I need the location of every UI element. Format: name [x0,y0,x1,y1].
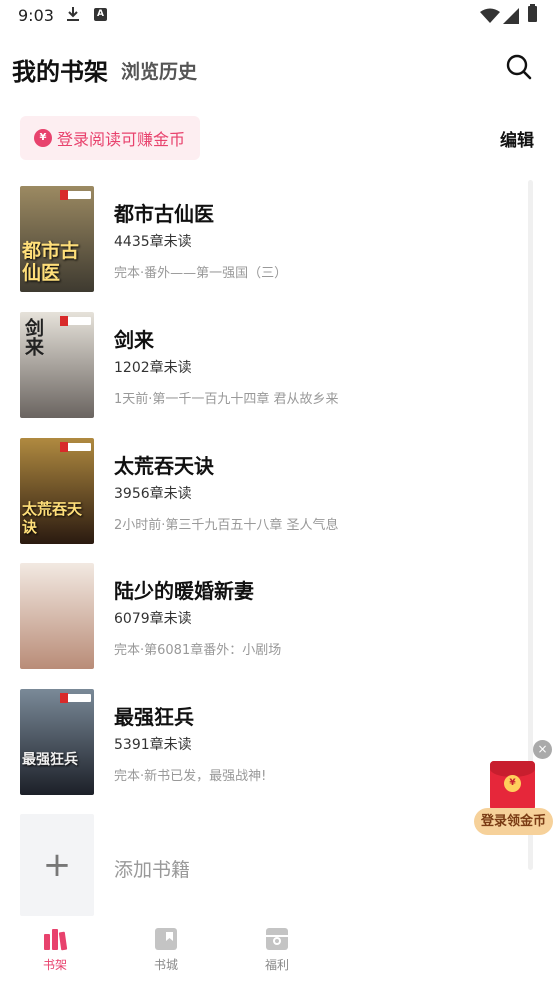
tab-label: 书架 [42,958,67,972]
tab-welfare[interactable]: 福利 [247,926,307,973]
cover-title: 太荒吞天诀 [22,500,83,536]
plus-icon: + [42,845,72,885]
signal-icon [503,8,519,24]
status-time: 9:03 [18,6,54,25]
book-title: 太荒吞天诀 [114,454,214,478]
unread-count: 1202章未读 [114,360,192,376]
status-bar: 9:03 A [0,0,554,32]
login-earn-coins-banner[interactable]: ¥ 登录阅读可赚金币 [20,116,200,160]
tab-label: 书城 [153,958,178,972]
unread-count: 4435章未读 [114,234,192,250]
gift-icon [266,928,288,950]
publisher-badge [60,316,91,326]
cover-title: 最强狂兵 [22,752,78,768]
login-banner-text: 登录阅读可赚金币 [57,130,186,149]
book-item[interactable]: 剑来 剑来 1202章未读 1天前·第一千一百九十四章 君从故乡来 [20,312,520,418]
cover-title: 剑来 [22,318,44,356]
bookshelf-icon [44,929,68,951]
latest-chapter: 完本·番外——第一强国（三） [114,266,288,281]
wifi-icon [480,8,500,23]
book-title: 最强狂兵 [114,705,194,729]
tab-bookstore[interactable]: 书城 [136,926,196,973]
publisher-badge [60,693,91,703]
tab-label: 福利 [264,958,289,972]
coin-icon: ¥ [504,775,521,792]
edit-button[interactable]: 编辑 [500,126,534,151]
book-item[interactable]: 最强狂兵 最强狂兵 5391章未读 完本·新书已发，最强战神! [20,689,520,795]
add-book-button[interactable]: + [20,814,94,916]
app-header: 我的书架 浏览历史 [12,48,554,88]
unread-count: 5391章未读 [114,737,192,753]
book-item[interactable]: 太荒吞天诀 太荒吞天诀 3956章未读 2小时前·第三千九百五十八章 圣人气息 [20,438,520,544]
book-cover: 太荒吞天诀 [20,438,94,544]
book-item[interactable]: 都市古仙医 都市古仙医 4435章未读 完本·番外——第一强国（三） [20,186,520,292]
book-cover: 剑来 [20,312,94,418]
tab-browse-history[interactable]: 浏览历史 [121,57,197,84]
bookstore-icon [155,928,177,950]
publisher-badge [60,442,91,452]
login-get-coins-button[interactable]: 登录领金币 [474,808,553,835]
latest-chapter: 完本·新书已发，最强战神! [114,769,267,784]
bottom-nav: 书架 书城 福利 [0,918,554,984]
red-envelope-icon[interactable]: ¥ [490,761,535,811]
book-cover: 最强狂兵 [20,689,94,795]
close-icon[interactable]: × [533,740,552,759]
book-cover [20,563,94,669]
add-book-label[interactable]: 添加书籍 [114,855,190,882]
book-cover: 都市古仙医 [20,186,94,292]
latest-chapter: 完本·第6081章番外：小剧场 [114,643,282,658]
publisher-badge [60,190,91,200]
cover-title: 都市古仙医 [22,240,80,284]
a-badge-icon: A [94,8,107,21]
book-item[interactable]: 陆少的暖婚新妻 6079章未读 完本·第6081章番外：小剧场 [20,563,520,669]
latest-chapter: 2小时前·第三千九百五十八章 圣人气息 [114,518,339,533]
book-title: 都市古仙医 [114,202,214,226]
tab-bookshelf[interactable]: 书架 [25,926,85,973]
book-title: 陆少的暖婚新妻 [114,579,254,603]
download-icon [67,7,79,21]
latest-chapter: 1天前·第一千一百九十四章 君从故乡来 [114,392,339,407]
unread-count: 3956章未读 [114,486,192,502]
unread-count: 6079章未读 [114,611,192,627]
page-title[interactable]: 我的书架 [12,52,108,87]
search-icon[interactable] [506,54,532,80]
coin-icon: ¥ [34,129,52,147]
battery-icon [528,4,537,22]
book-title: 剑来 [114,328,154,352]
